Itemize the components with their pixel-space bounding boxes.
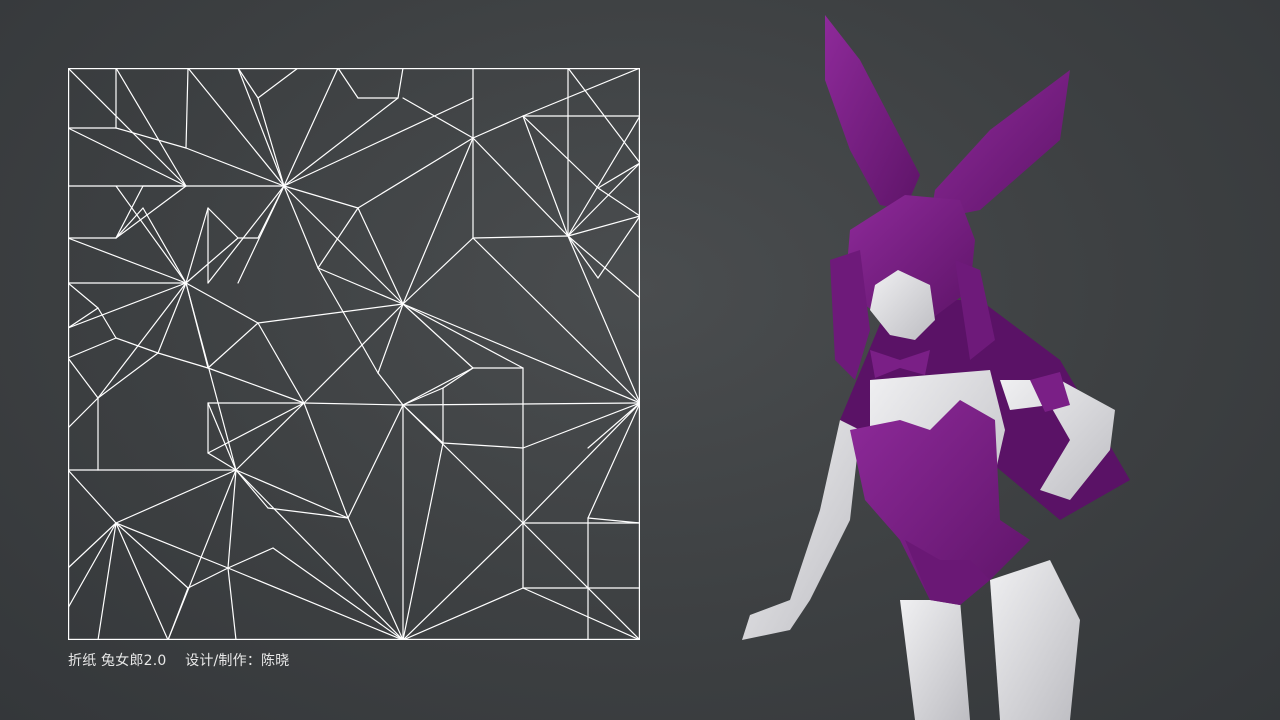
caption-text: 折纸 兔女郎2.0 设计/制作：陈晓	[68, 653, 290, 669]
crease-pattern-diagram	[68, 68, 640, 640]
origami-bunny-girl	[742, 15, 1130, 720]
